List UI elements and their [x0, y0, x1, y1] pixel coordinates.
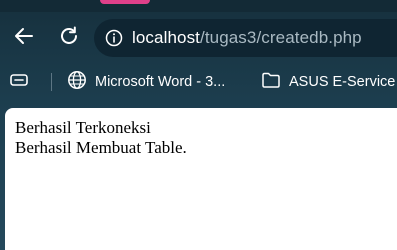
- back-arrow-icon: [13, 25, 35, 52]
- browser-window: localhost/tugas3/createdb.php Microsoft …: [0, 0, 397, 250]
- url-text[interactable]: localhost/tugas3/createdb.php: [132, 28, 362, 48]
- reload-icon: [58, 25, 80, 52]
- apps-icon: [9, 72, 37, 92]
- bookmarks-bar: Microsoft Word - 3... ASUS E-Service: [0, 66, 397, 98]
- back-button[interactable]: [10, 24, 38, 52]
- tab-strip: [0, 0, 397, 12]
- table-status-text: Berhasil Membuat Table.: [15, 138, 187, 157]
- bookmark-asus-e-service[interactable]: ASUS E-Service: [261, 70, 395, 94]
- folder-icon: [261, 71, 289, 93]
- bookmark-microsoft-word[interactable]: Microsoft Word - 3...: [67, 70, 225, 94]
- globe-icon: [67, 70, 95, 94]
- url-path: /tugas3/createdb.php: [200, 28, 362, 47]
- apps-button[interactable]: [9, 70, 37, 94]
- bookmark-label: Microsoft Word - 3...: [95, 74, 226, 90]
- reload-button[interactable]: [55, 24, 83, 52]
- page-output: Berhasil Terkoneksi Berhasil Membuat Tab…: [15, 118, 187, 158]
- bookmarks-separator: [51, 73, 52, 91]
- active-tab-indicator[interactable]: [100, 0, 150, 4]
- url-host: localhost: [132, 28, 200, 47]
- page-content: Berhasil Terkoneksi Berhasil Membuat Tab…: [5, 108, 397, 250]
- bookmark-label: ASUS E-Service: [289, 74, 396, 90]
- browser-toolbar: localhost/tugas3/createdb.php: [0, 14, 397, 64]
- info-icon[interactable]: [105, 29, 123, 47]
- address-bar[interactable]: localhost/tugas3/createdb.php: [94, 19, 397, 57]
- connection-status-text: Berhasil Terkoneksi: [15, 118, 151, 137]
